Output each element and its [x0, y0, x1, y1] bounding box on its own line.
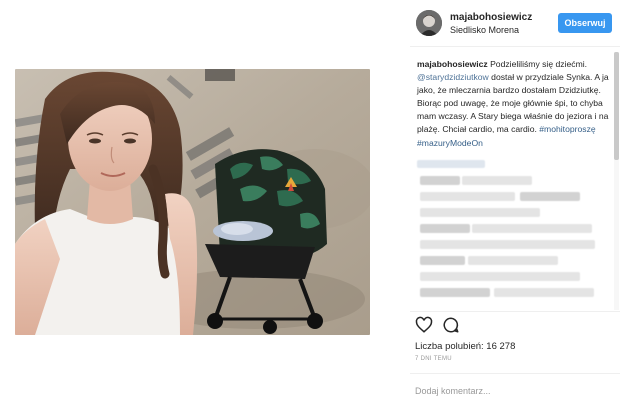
blurred-comment	[462, 176, 532, 185]
blurred-comment	[420, 224, 470, 233]
post-header: majabohosiewicz Siedlisko Morena Obserwu…	[410, 0, 620, 46]
comments-section: majabohosiewicz Podzieliliśmy się dziećm…	[410, 52, 620, 310]
photo-pane	[0, 0, 410, 398]
caption-mention[interactable]: @starydzidziutkow	[417, 72, 489, 82]
blurred-comment	[420, 240, 595, 249]
likes-count[interactable]: Liczba polubień: 16 278	[415, 341, 515, 352]
speech-bubble-icon[interactable]	[442, 316, 460, 334]
post-location[interactable]: Siedlisko Morena	[450, 25, 519, 35]
blurred-comment	[417, 160, 485, 168]
post-actions	[410, 316, 620, 338]
scrollbar-thumb[interactable]	[614, 52, 619, 160]
blurred-comment	[494, 288, 594, 297]
comments-scrollbar[interactable]	[614, 52, 619, 310]
blurred-comment	[520, 192, 580, 201]
post-photo-image	[15, 69, 370, 335]
blurred-comment	[420, 288, 490, 297]
blurred-comment	[468, 256, 558, 265]
caption-text-1: Podzieliliśmy się dziećmi.	[487, 59, 588, 69]
blurred-comment	[420, 176, 460, 185]
avatar-image	[416, 10, 442, 36]
blurred-comment	[420, 272, 580, 281]
add-comment-input[interactable]	[415, 385, 605, 397]
avatar[interactable]	[416, 10, 442, 36]
post-caption: majabohosiewicz Podzieliliśmy się dziećm…	[417, 58, 609, 150]
follow-button[interactable]: Obserwuj	[558, 13, 612, 33]
comment-divider	[410, 373, 620, 374]
post-timestamp[interactable]: 7 DNI TEMU	[415, 356, 452, 362]
blurred-comment	[420, 208, 540, 217]
post-details-pane: majabohosiewicz Siedlisko Morena Obserwu…	[410, 0, 620, 398]
blurred-comment	[420, 192, 515, 201]
actions-divider	[410, 311, 620, 312]
post-username[interactable]: majabohosiewicz	[450, 12, 532, 23]
heart-icon[interactable]	[415, 316, 433, 334]
blurred-comment	[472, 224, 592, 233]
caption-username[interactable]: majabohosiewicz	[417, 59, 488, 69]
header-divider	[410, 46, 620, 47]
blurred-comment	[420, 256, 465, 265]
post-photo[interactable]	[15, 69, 370, 335]
